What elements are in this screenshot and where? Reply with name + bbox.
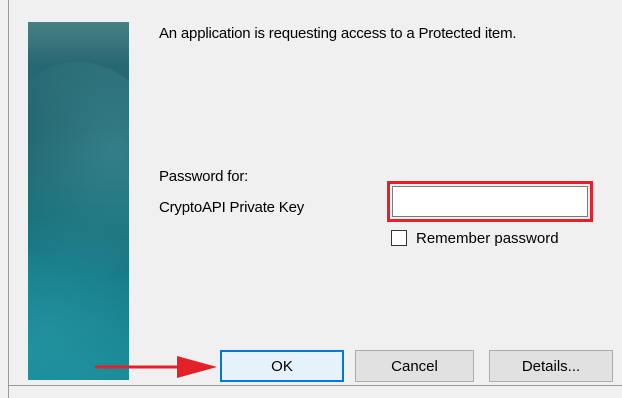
ok-button[interactable]: OK bbox=[220, 350, 344, 382]
dialog-bottom-border bbox=[8, 385, 622, 386]
remember-password-label[interactable]: Remember password bbox=[416, 230, 559, 247]
remember-password-checkbox[interactable] bbox=[391, 230, 407, 246]
dialog-banner-graphic bbox=[28, 22, 129, 380]
password-target-label: CryptoAPI Private Key bbox=[159, 199, 305, 216]
credential-dialog: An application is requesting access to a… bbox=[0, 0, 622, 398]
dialog-left-border bbox=[8, 0, 9, 398]
details-button[interactable]: Details... bbox=[489, 350, 613, 382]
dialog-message: An application is requesting access to a… bbox=[159, 25, 517, 42]
arrow-annotation-icon bbox=[95, 356, 217, 378]
cancel-button[interactable]: Cancel bbox=[355, 350, 474, 382]
remember-password-option[interactable]: Remember password bbox=[391, 227, 559, 249]
password-for-label: Password for: bbox=[159, 168, 249, 185]
password-input[interactable] bbox=[392, 186, 588, 217]
